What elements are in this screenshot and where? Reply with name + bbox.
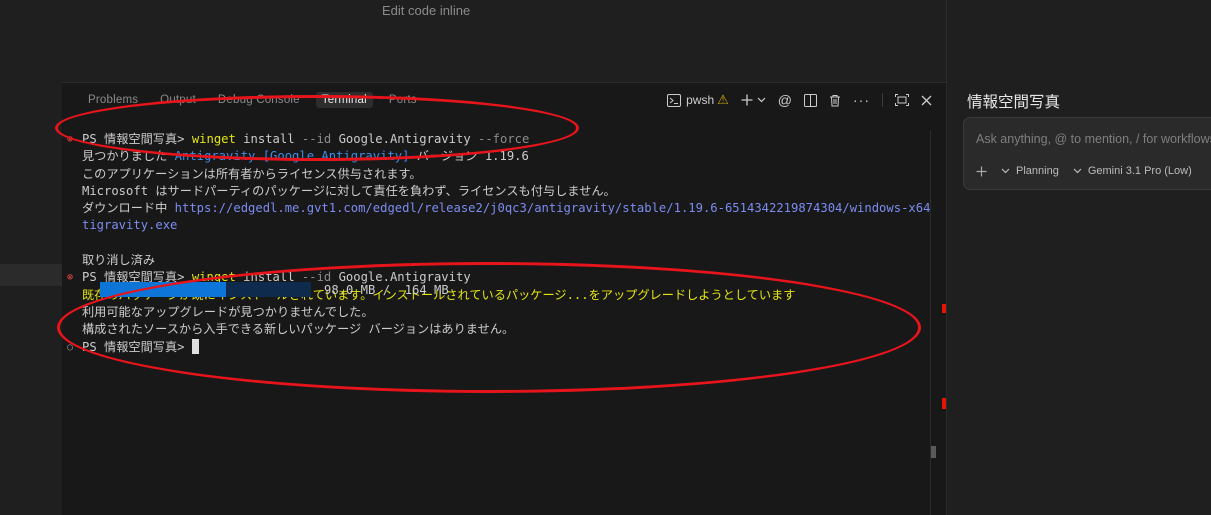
- toolbar-separator: [882, 93, 883, 107]
- panel-tabs: Problems Output Debug Console Terminal P…: [82, 92, 433, 108]
- editor-area: Edit code inline: [62, 0, 946, 82]
- terminal-cursor: [191, 338, 199, 354]
- editor-gutter: [0, 0, 62, 515]
- mode-label: Planning: [1016, 165, 1059, 177]
- mode-selector[interactable]: Planning: [1001, 165, 1059, 177]
- shell-name: pwsh: [686, 93, 715, 107]
- terminal-line: 取り消し済み: [82, 253, 156, 268]
- split-icon: [804, 93, 817, 107]
- tab-debug-console[interactable]: Debug Console: [212, 92, 306, 108]
- download-link[interactable]: https://edgedl.me.gvt1.com/edgedl/releas…: [175, 201, 953, 215]
- download-progress-fill: [100, 282, 227, 297]
- chat-title: 情報空間写真: [967, 94, 1061, 111]
- bottom-panel: Problems Output Debug Console Terminal P…: [62, 82, 953, 515]
- terminal-line: 構成されたソースから入手できる新しいパッケージ バージョンはありません。: [82, 322, 515, 337]
- terminal-toolbar: pwsh ⚠ @ ···: [667, 91, 932, 109]
- chat-input[interactable]: Ask anything, @ to mention, / for workfl…: [976, 132, 1211, 146]
- terminal-line-progress: [66, 235, 934, 252]
- maximize-icon: [895, 94, 909, 106]
- terminal-line: ⊗ PS 情報空間写真> winget install --id Google.A…: [66, 131, 934, 148]
- terminal-line: このアプリケーションは所有者からライセンス供与されます。: [82, 166, 422, 181]
- download-link-continued[interactable]: tigravity.exe: [82, 218, 177, 232]
- kill-terminal-button[interactable]: [829, 91, 841, 109]
- chevron-down-icon: [1073, 168, 1082, 174]
- more-actions-button[interactable]: ···: [853, 91, 870, 109]
- warning-icon: ⚠: [717, 92, 729, 107]
- add-context-button[interactable]: [976, 166, 987, 177]
- pending-decoration-icon[interactable]: ○: [67, 339, 73, 356]
- tab-output[interactable]: Output: [154, 92, 202, 108]
- maximize-panel-button[interactable]: [895, 91, 909, 109]
- tab-terminal[interactable]: Terminal: [315, 92, 373, 108]
- tab-ports[interactable]: Ports: [383, 92, 423, 108]
- terminal-line: ダウンロード中 https://edgedl.me.gvt1.com/edged…: [82, 201, 953, 216]
- current-line-highlight: [0, 264, 62, 286]
- download-progress-text: 98.0 MB / 164 MB: [324, 283, 449, 297]
- chevron-down-icon: [1001, 168, 1010, 174]
- close-icon: [921, 95, 932, 105]
- error-decoration-icon[interactable]: ⊗: [67, 269, 73, 286]
- error-decoration-icon[interactable]: ⊗: [67, 131, 73, 148]
- chevron-down-icon[interactable]: [757, 97, 766, 103]
- terminal-output[interactable]: ⊗ PS 情報空間写真> winget install --id Google.A…: [66, 131, 953, 356]
- terminal-icon: [667, 93, 682, 107]
- new-terminal-button[interactable]: [741, 91, 766, 109]
- model-label: Gemini 3.1 Pro (Low): [1087, 165, 1192, 177]
- terminal-line: 見つかりました Antigravity [Google.Antigravity]…: [82, 149, 529, 164]
- mention-button[interactable]: @: [778, 91, 792, 109]
- terminal-line: 利用可能なアップグレードが見つかりませんでした。: [82, 304, 374, 319]
- download-progress-bar: [100, 282, 311, 297]
- chat-options-row: Planning Gemini 3.1 Pro (Low): [976, 165, 1192, 177]
- scrollbar-thumb[interactable]: [931, 446, 936, 458]
- agent-chat-panel: 情報空間写真 Ask anything, @ to mention, / for…: [946, 0, 1211, 515]
- close-panel-button[interactable]: [921, 91, 932, 109]
- plus-icon: [741, 94, 753, 106]
- terminal-line: ○ PS 情報空間写真>: [66, 338, 934, 356]
- edit-inline-hint: Edit code inline: [382, 3, 471, 18]
- plus-icon: [976, 166, 987, 176]
- trash-icon: [830, 94, 840, 106]
- split-terminal-button[interactable]: [804, 91, 817, 109]
- terminal-shell-selector[interactable]: pwsh ⚠: [667, 91, 729, 109]
- model-selector[interactable]: Gemini 3.1 Pro (Low): [1073, 165, 1192, 177]
- terminal-line: Microsoft はサードパーティのパッケージに対して責任を負わず、ライセンス…: [82, 183, 616, 198]
- terminal-line: tigravity.exe: [66, 217, 934, 234]
- chat-input-box[interactable]: Ask anything, @ to mention, / for workfl…: [963, 117, 1211, 190]
- tab-problems[interactable]: Problems: [82, 92, 144, 108]
